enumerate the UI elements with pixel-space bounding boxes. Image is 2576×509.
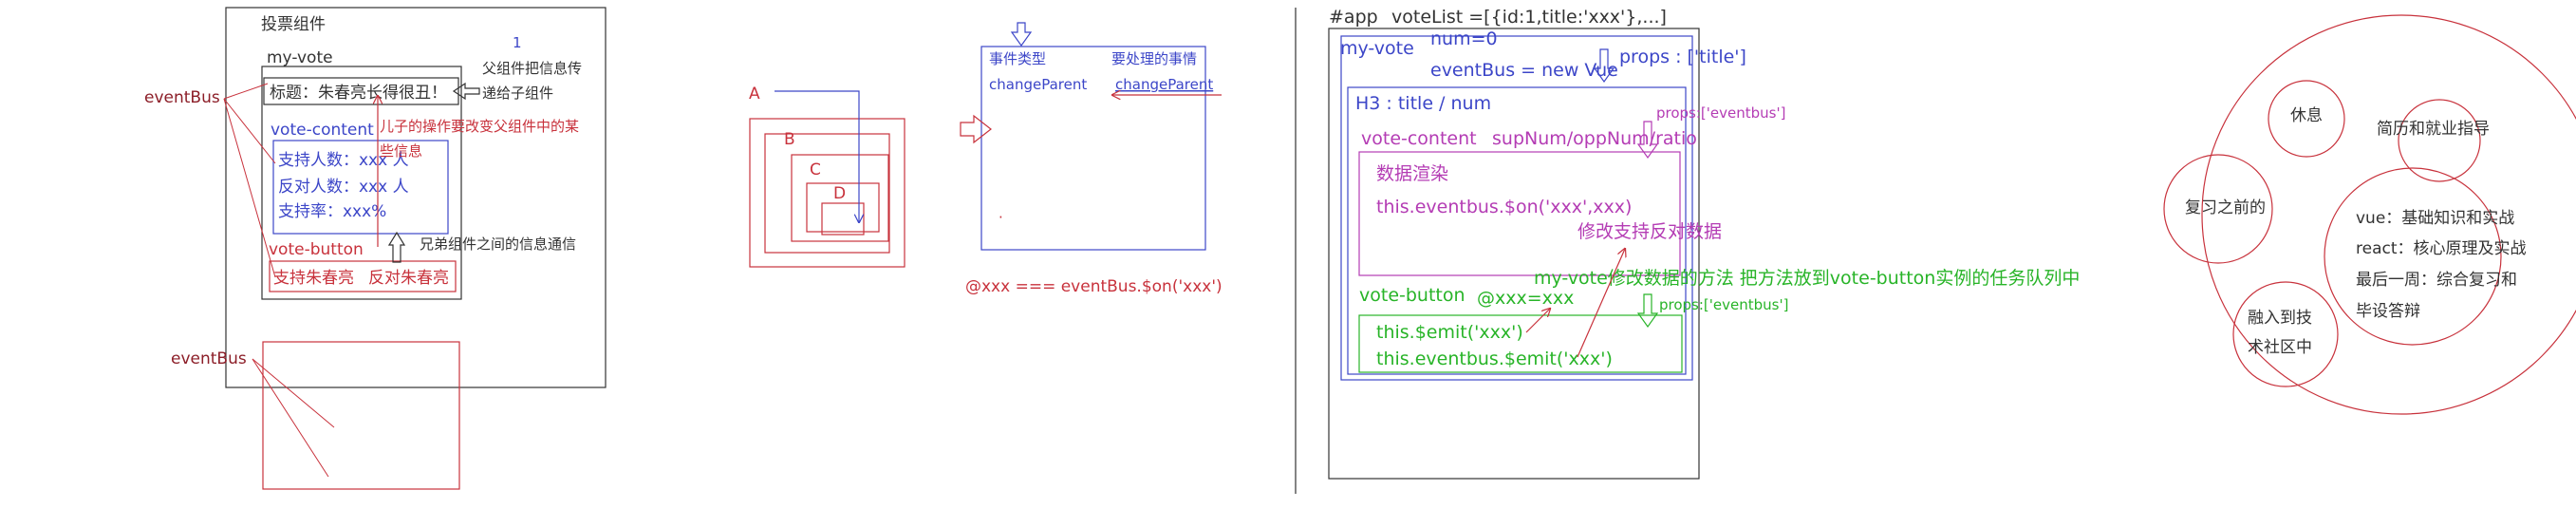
props-eventbus-1: props:['eventbus'] bbox=[1656, 104, 1785, 122]
h3-text: H3 : title / num bbox=[1355, 93, 1491, 114]
change-parent-left: changeParent bbox=[989, 76, 1087, 93]
bind-text: @xxx=xxx bbox=[1477, 288, 1574, 309]
event-bus-line-2 bbox=[223, 98, 276, 164]
to-handle-label: 要处理的事情 bbox=[1111, 50, 1197, 67]
panel-dot: · bbox=[999, 209, 1003, 226]
event-bus-label-bottom: eventBus bbox=[171, 349, 247, 368]
note-number: 1 bbox=[513, 34, 522, 51]
event-bus-line-5 bbox=[252, 358, 329, 478]
emit-2-text: this.eventbus.$emit('xxx') bbox=[1376, 349, 1613, 369]
box-e bbox=[821, 202, 865, 236]
box-a bbox=[749, 118, 905, 268]
event-bus-new-text: eventBus = new Vue bbox=[1430, 60, 1618, 81]
resume-text: 简历和就业指导 bbox=[2377, 120, 2490, 139]
title-text: 标题：朱春亮长得很丑！ bbox=[270, 84, 447, 103]
resume-circle bbox=[2398, 99, 2481, 182]
mind-map-section: 休息 简历和就业指导 复习之前的 vue：基础知识和实战 react：核心原理及… bbox=[2163, 14, 2576, 415]
diagram-canvas: 投票组件 my-vote 标题：朱春亮长得很丑！ vote-content 支持… bbox=[144, 7, 2576, 494]
vue-text: vue：基础知识和实战 bbox=[2356, 209, 2514, 228]
parent-to-child-arrow-icon bbox=[452, 82, 480, 101]
props-eventbus-2-arrow-icon bbox=[1636, 293, 1659, 329]
sibling-arrow-icon bbox=[387, 231, 406, 263]
vote-button-label: vote-button bbox=[269, 240, 364, 259]
emit-to-bind-arrow bbox=[1525, 309, 1550, 333]
label-a: A bbox=[749, 85, 760, 104]
props-eventbus-2: props:['eventbus'] bbox=[1659, 296, 1788, 313]
emit-to-modify-arrow bbox=[1577, 249, 1625, 358]
note-child-line2: 些信息 bbox=[380, 142, 422, 160]
rest-text: 休息 bbox=[2290, 106, 2323, 125]
community-line2: 术社区中 bbox=[2248, 338, 2312, 357]
render-text: 数据渲染 bbox=[1376, 163, 1448, 184]
event-panel-section: 事件类型 要处理的事情 changeParent changeParent · … bbox=[960, 22, 1223, 296]
event-type-label: 事件类型 bbox=[989, 50, 1046, 67]
event-bubble-arrow bbox=[775, 90, 859, 222]
emit-1-text: this.$emit('xxx') bbox=[1376, 322, 1523, 343]
note-parent-line2: 递给子组件 bbox=[482, 85, 553, 102]
event-bus-line-4 bbox=[252, 358, 335, 428]
event-bus-label-top: eventBus bbox=[144, 88, 220, 107]
oppose-button-text: 反对朱春亮 bbox=[368, 269, 449, 288]
num-text: num=0 bbox=[1430, 28, 1498, 49]
change-parent-right: changeParent bbox=[1115, 76, 1213, 93]
vote-list-text: voteList =[{id:1,title:'xxx'},...] bbox=[1391, 7, 1667, 28]
review-text: 复习之前的 bbox=[2185, 198, 2266, 217]
event-panel-down-arrow-icon bbox=[1010, 22, 1033, 47]
vote-button-label-app: vote-button bbox=[1359, 285, 1465, 306]
vote-content-label: vote-content bbox=[271, 121, 374, 140]
note-sibling: 兄弟组件之间的信息通信 bbox=[420, 236, 576, 253]
app-label: #app bbox=[1329, 7, 1378, 28]
note-parent-line1: 父组件把信息传 bbox=[482, 60, 582, 77]
on-call-text: this.eventbus.$on('xxx',xxx) bbox=[1376, 197, 1632, 217]
app-diagram-section: #app voteList =[{id:1,title:'xxx'},...] … bbox=[1328, 7, 2080, 480]
my-vote-label: my-vote bbox=[267, 48, 333, 67]
community-line1: 融入到技 bbox=[2248, 309, 2312, 328]
panel-right-arrow-icon bbox=[960, 114, 992, 144]
event-formula: @xxx === eventBus.$on('xxx') bbox=[965, 277, 1223, 296]
event-bus-line-3 bbox=[223, 98, 276, 278]
sup-opp-text: supNum/oppNum/ratio bbox=[1492, 128, 1697, 149]
react-text: react：核心原理及实战 bbox=[2356, 239, 2527, 258]
vote-component-section: 投票组件 my-vote 标题：朱春亮长得很丑！ vote-content 支持… bbox=[144, 7, 607, 490]
oppose-count-text: 反对人数：xxx 人 bbox=[278, 178, 409, 197]
note-child-line1: 儿子的操作要改变父组件中的某 bbox=[380, 118, 579, 135]
event-bus-line-1 bbox=[223, 83, 269, 100]
props-title-text: props : ['title'] bbox=[1619, 47, 1746, 67]
modify-text: 修改支持反对数据 bbox=[1577, 221, 1722, 242]
nested-boxes-section: A B C D bbox=[749, 85, 905, 268]
support-button-text: 支持朱春亮 bbox=[273, 269, 354, 288]
event-bus-box bbox=[262, 341, 460, 490]
community-circle bbox=[2232, 281, 2339, 387]
last-week-line1: 最后一周：综合复习和 bbox=[2356, 271, 2517, 290]
last-week-line2: 毕设答辩 bbox=[2356, 302, 2420, 321]
label-d: D bbox=[833, 184, 846, 203]
label-c: C bbox=[810, 160, 821, 179]
vote-content-label-app: vote-content bbox=[1361, 128, 1477, 149]
label-b: B bbox=[784, 130, 795, 149]
my-vote-label-app: my-vote bbox=[1340, 38, 1414, 59]
vote-component-heading: 投票组件 bbox=[261, 15, 326, 34]
support-rate-text: 支持率：xxx% bbox=[278, 202, 386, 221]
